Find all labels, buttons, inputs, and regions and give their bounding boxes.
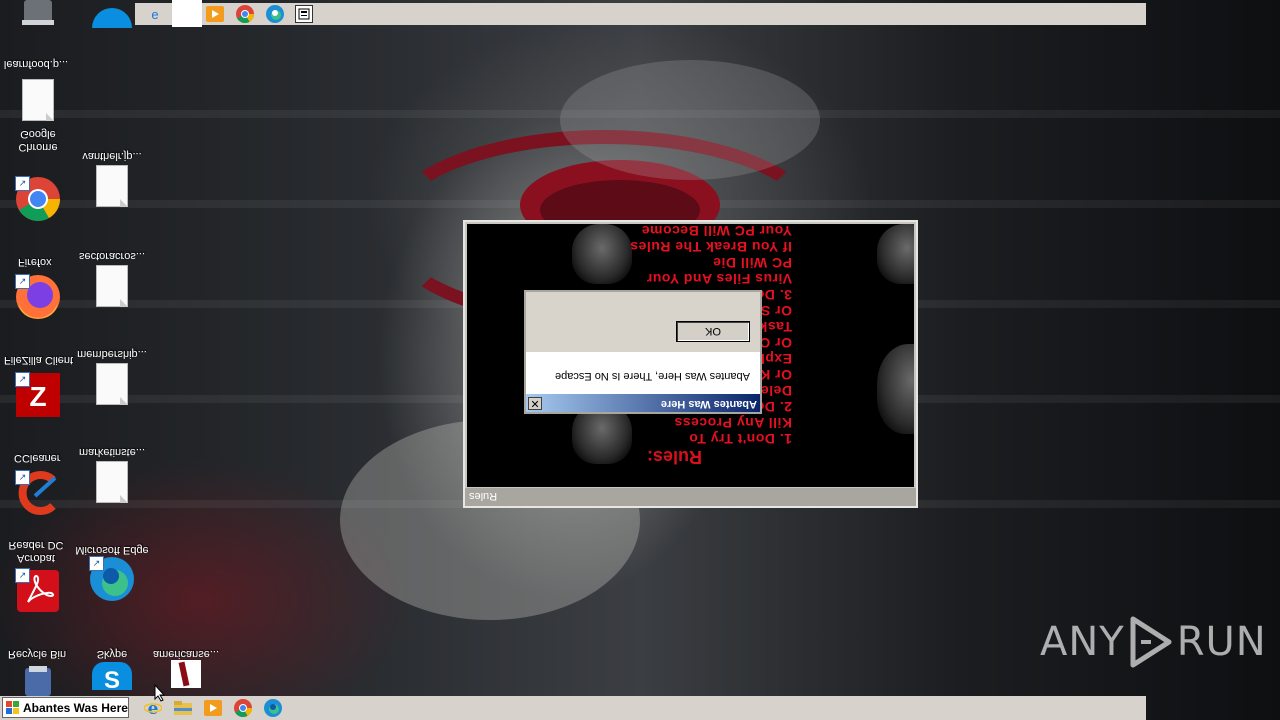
shortcut-arrow-icon: ↗	[15, 372, 30, 387]
desktop-icon-label: Recycle Bin	[8, 648, 67, 660]
play-logo-icon	[1130, 616, 1172, 668]
desktop-icon-label: learnfood.p...	[3, 58, 69, 70]
message-dialog-footer: OK	[526, 292, 760, 352]
taskbar: Abantes Was Here e	[0, 696, 1146, 720]
document-icon	[89, 363, 135, 409]
desktop-icon-chrome[interactable]: ↗	[0, 176, 76, 222]
document-icon	[89, 165, 135, 211]
rules-heading: Rules:	[646, 447, 702, 467]
desktop-icon-skype[interactable]: Skype S	[74, 648, 150, 690]
desktop-icon-ccleaner[interactable]: ↗	[0, 470, 76, 516]
desktop-icon-label: Firefox	[18, 256, 52, 268]
message-dialog-titlebar[interactable]: Abantes Was Here ✕	[526, 394, 760, 412]
watermark-text-right: RUN	[1176, 619, 1267, 665]
start-button[interactable]: Abantes Was Here	[2, 697, 129, 718]
anyrun-watermark: ANY RUN	[1040, 612, 1267, 672]
desktop-icon-label: vanthelr.jp...	[82, 150, 142, 162]
desktop-icon-label: CCleaner	[14, 452, 61, 464]
desktop-icon-label: sectoracros...	[78, 250, 146, 262]
rules-line: Virus Files And Your	[646, 271, 792, 287]
shortcut-arrow-icon: ↗	[15, 274, 30, 289]
rules-line: Your PC Will Become	[641, 224, 792, 239]
message-dialog-body: Abantes Was Here ✕ Abantes Was Here, The…	[526, 292, 760, 412]
desktop-icon-label: Chrome Google	[18, 128, 58, 153]
recycle-bin-icon	[15, 0, 61, 28]
file-explorer-icon[interactable]	[173, 698, 193, 718]
media-player-icon[interactable]	[205, 4, 225, 24]
desktop-icon-doc-vanthelr[interactable]: vanthelr.jp...	[74, 150, 150, 211]
desktop-icon-label: membership...	[77, 348, 147, 360]
desktop-icon-doc-google[interactable]: Chrome Google	[0, 76, 76, 153]
document-icon	[89, 265, 135, 311]
desktop-icon-label: Microsoft Edge	[75, 544, 149, 556]
edge-icon: ↗	[89, 556, 135, 602]
chrome-icon[interactable]	[233, 698, 253, 718]
skype-icon: S	[89, 660, 135, 690]
top-taskbar: e	[135, 3, 1146, 25]
desktop-icon-doc-marketinste[interactable]: marketinste...	[74, 446, 150, 507]
desktop-icon-doc-sectoracros[interactable]: sectoracros...	[74, 250, 150, 311]
rules-line: PC Will Die	[712, 255, 792, 271]
top-blank-tile	[172, 0, 202, 27]
chrome-icon[interactable]	[235, 4, 255, 24]
watermark-text-left: ANY	[1040, 619, 1125, 665]
document-icon	[15, 79, 61, 125]
svg-text:Z: Z	[29, 381, 46, 412]
rules-titlebar[interactable]: Rules	[465, 488, 916, 506]
shortcut-arrow-icon: ↗	[15, 176, 30, 191]
rules-window-title: Rules	[469, 490, 498, 502]
desktop-icon-acrobat[interactable]: ↗	[0, 568, 76, 614]
message-dialog[interactable]: Abantes Was Here ✕ Abantes Was Here, The…	[524, 290, 762, 414]
document-icon	[89, 461, 135, 507]
edge-icon[interactable]	[263, 698, 283, 718]
desktop-icon-label: Acrobat Reader DC	[8, 539, 64, 564]
desktop-icon-label: americanse...	[152, 648, 220, 660]
rules-line: 1. Don't Try To	[688, 431, 792, 447]
chrome-icon: ↗	[15, 176, 61, 222]
recycle-bin-icon	[15, 666, 61, 696]
mouse-cursor-icon	[154, 684, 166, 702]
message-dialog-text: Abantes Was Here, There Is No Escape	[554, 370, 750, 382]
blood-document-icon	[163, 660, 209, 690]
desktop-icon-doc-membership[interactable]: membership...	[74, 348, 150, 409]
desktop-icon-recycle-bin[interactable]	[0, 0, 76, 28]
filezilla-icon: Z ↗	[15, 372, 61, 418]
desktop-icon-edge[interactable]: Microsoft Edge ↗	[74, 544, 150, 602]
desktop-icon-firefox[interactable]: ↗	[0, 274, 76, 320]
media-player-icon[interactable]	[203, 698, 223, 718]
desktop-icon-filezilla[interactable]: Z ↗	[0, 372, 76, 418]
close-icon[interactable]: ✕	[528, 397, 542, 410]
edge-icon[interactable]	[265, 4, 285, 24]
rules-line: If You Break The Rules	[629, 239, 792, 255]
program-icon[interactable]	[295, 5, 313, 23]
shortcut-arrow-icon: ↗	[89, 556, 104, 571]
desktop-icon-recycle-bin-bottom[interactable]	[0, 666, 76, 696]
desktop-icon-label: FileZilla Client	[4, 354, 74, 366]
start-button-label: Abantes Was Here	[23, 700, 128, 715]
ccleaner-icon: ↗	[15, 470, 61, 516]
acrobat-icon: ↗	[15, 568, 61, 614]
skype-icon	[89, 0, 135, 28]
desktop-icon-label: Skype	[96, 648, 128, 660]
windows-logo-icon	[6, 700, 19, 714]
message-dialog-title: Abantes Was Here	[660, 398, 757, 410]
svg-text:S: S	[104, 667, 120, 690]
shortcut-arrow-icon: ↗	[15, 470, 30, 485]
firefox-icon: ↗	[15, 274, 61, 320]
desktop-icon-skype-top[interactable]	[74, 0, 150, 28]
rules-line: Kill Any Process	[674, 415, 792, 431]
shortcut-arrow-icon: ↗	[15, 568, 30, 583]
ok-button[interactable]: OK	[676, 321, 750, 342]
desktop-icon-label: marketinste...	[78, 446, 146, 458]
